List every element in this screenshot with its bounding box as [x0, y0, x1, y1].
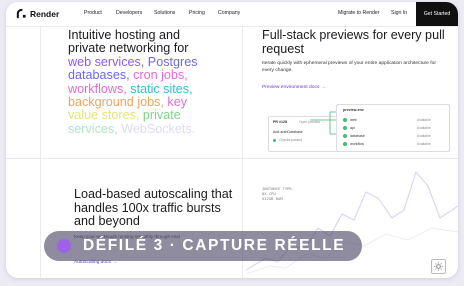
- hero-word-workflows: workflows,: [68, 81, 127, 96]
- hero-word-cron-jobs: cron jobs,: [133, 68, 188, 83]
- nav-product[interactable]: Product: [84, 10, 102, 16]
- hero-word-postgres: Postgres: [147, 54, 198, 69]
- env-row-web-name: web: [350, 118, 357, 122]
- hero-word-web-services: web services,: [68, 54, 145, 69]
- hero-word-websockets: WebSockets.: [121, 121, 196, 136]
- instance-metrics: INSTANCE TYPE: 8X CPU 512GB RAM: [262, 186, 294, 201]
- migrate-link[interactable]: Migrate to Render: [338, 10, 380, 16]
- hero-heading: Intuitive hosting and private networking…: [68, 28, 243, 136]
- env-row-web-status: Available: [417, 118, 431, 122]
- env-row-workflow-status: Available: [417, 142, 431, 146]
- hero-word-static-sites: static sites,: [130, 81, 193, 96]
- get-started-button[interactable]: Get Started: [416, 2, 458, 26]
- caption-dot-icon: [57, 239, 71, 253]
- nav-developers[interactable]: Developers: [116, 10, 142, 16]
- theme-toggle-button[interactable]: [431, 259, 446, 274]
- pr-check: Add authDatabase: [273, 130, 303, 134]
- render-logo-icon: [16, 8, 26, 19]
- hero-word-value-stores: value stores,: [68, 108, 140, 123]
- get-started-label: Get Started: [423, 11, 451, 17]
- hero-word-databases: databases,: [68, 68, 130, 83]
- env-name: preview-env: [343, 108, 364, 112]
- hero-line-2: private networking for: [68, 41, 189, 56]
- grid-line-left: [40, 26, 41, 278]
- env-row-api-name: api: [350, 126, 355, 130]
- previews-description: Iterate quickly with ephemeral previews …: [262, 61, 436, 73]
- logo-text: Render: [30, 8, 60, 19]
- sign-in-link[interactable]: Sign In: [391, 10, 407, 16]
- hero-word-services: services,: [68, 121, 118, 136]
- env-row-database-name: database: [350, 134, 365, 138]
- top-nav: Render Product Developers Solutions Pric…: [6, 2, 458, 27]
- metric-ram: 512GB RAM: [262, 196, 283, 201]
- preview-docs-link[interactable]: Preview environment docs →: [262, 85, 326, 90]
- browser-frame: Render Product Developers Solutions Pric…: [6, 2, 458, 278]
- pr-status: Checks passed: [279, 138, 303, 142]
- render-logo[interactable]: Render: [16, 8, 59, 19]
- env-row-api-status: Available: [417, 126, 431, 130]
- check-passed-icon: [273, 139, 276, 142]
- env-row-workflow-name: workflow: [350, 142, 364, 146]
- nav-solutions[interactable]: Solutions: [154, 10, 175, 16]
- env-row-api-status-icon: [343, 126, 347, 130]
- nav-company[interactable]: Company: [218, 10, 240, 16]
- autoscaling-heading: Load-based autoscaling that handles 100x…: [74, 187, 233, 229]
- env-row-web-status-icon: [343, 118, 347, 122]
- preview-env-card: preview-env web Available api Available …: [336, 104, 450, 152]
- hero-word-key: key: [167, 95, 188, 110]
- hero-word-background-jobs: background jobs,: [68, 95, 164, 110]
- sun-icon: [434, 262, 443, 271]
- hero-line-1: Intuitive hosting and: [68, 28, 181, 42]
- nav-pricing[interactable]: Pricing: [189, 10, 205, 16]
- env-row-database-status-icon: [343, 134, 347, 138]
- previews-heading: Full-stack previews for every pull reque…: [262, 28, 445, 56]
- env-row-workflow-status-icon: [343, 142, 347, 146]
- env-row-database-status: Available: [417, 134, 431, 138]
- pr-id: PR #128: [273, 120, 287, 124]
- scroll-caption-badge: DÉFILÉ 3 · CAPTURE RÉELLE: [44, 231, 362, 261]
- caption-text: DÉFILÉ 3 · CAPTURE RÉELLE: [83, 237, 346, 254]
- hero-word-private: private: [142, 108, 181, 123]
